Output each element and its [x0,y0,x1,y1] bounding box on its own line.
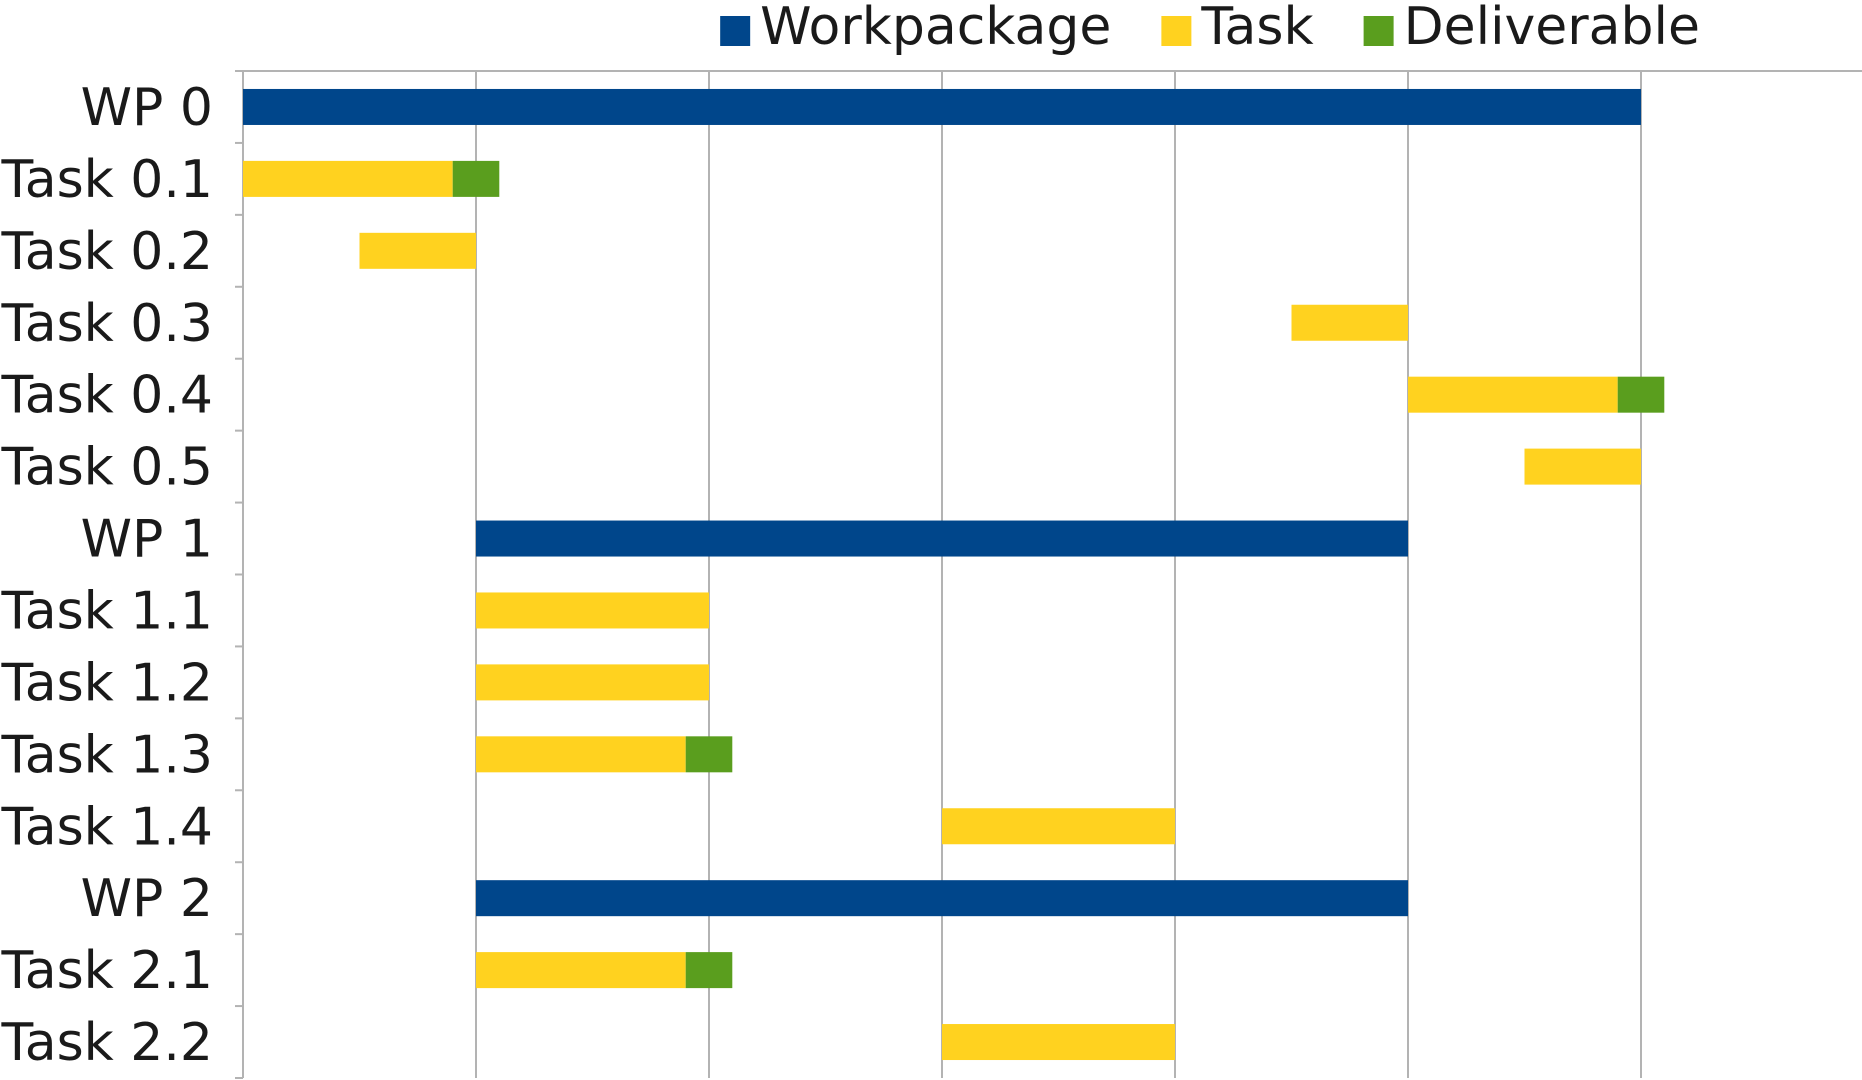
legend-swatch-workpackage [720,16,751,46]
row-label-task-1-3: Task 1.3 [1,725,213,785]
bars [243,88,1665,1061]
deliverable-bar-task-1-3 [685,736,733,773]
row-label-task-1-2: Task 1.2 [1,653,213,713]
row-labels: WP 0 Task 0.1 Task 0.2 Task 0.3 Task 0.4 Task… [1,78,213,1073]
legend-item-deliverable: Deliverable [1363,0,1700,57]
row-label-wp-1: WP 1 [81,510,213,570]
legend-label-deliverable: Deliverable [1404,0,1700,57]
legend-swatch-task [1161,16,1192,46]
task-bar-task-1-1 [476,592,709,629]
legend-swatch-deliverable [1363,16,1394,46]
legend-item-workpackage: Workpackage [720,0,1111,57]
row-label-task-2-1: Task 2.1 [1,941,213,1001]
task-bar-task-0-1 [243,160,453,197]
row-label-task-0-1: Task 0.1 [1,150,213,210]
workpackage-bar-wp-1 [476,520,1408,557]
gantt-chart: WP 0 Task 0.1 Task 0.2 Task 0.3 Task 0.4 Task… [0,0,1862,1080]
legend: Workpackage Task Deliverable [720,0,1700,57]
workpackage-bar-wp-0 [243,88,1641,125]
row-label-task-0-5: Task 0.5 [1,438,213,498]
row-label-task-2-2: Task 2.2 [1,1013,213,1073]
task-bar-task-0-3 [1291,304,1408,341]
task-bar-task-0-2 [359,232,476,269]
task-bar-task-0-4 [1408,376,1618,413]
row-label-task-0-3: Task 0.3 [1,294,213,354]
task-bar-task-0-5 [1524,448,1641,485]
gridlines [242,70,1862,1078]
row-label-task-0-2: Task 0.2 [1,222,213,282]
legend-label-workpackage: Workpackage [760,0,1111,57]
row-label-task-0-4: Task 0.4 [1,366,213,426]
deliverable-bar-task-2-1 [685,952,733,989]
task-bar-task-2-1 [476,952,686,989]
row-label-wp-2: WP 2 [81,869,213,929]
task-bar-task-1-2 [476,664,709,701]
task-bar-task-1-3 [476,736,686,773]
chart-canvas: WP 0 Task 0.1 Task 0.2 Task 0.3 Task 0.4 Task… [1,0,1862,1079]
row-label-wp-0: WP 0 [81,78,213,138]
legend-item-task: Task [1161,0,1314,57]
deliverable-bar-task-0-1 [452,160,500,197]
task-bar-task-1-4 [942,808,1175,845]
row-label-task-1-4: Task 1.4 [1,797,213,857]
legend-label-task: Task [1200,0,1313,57]
deliverable-bar-task-0-4 [1617,376,1665,413]
task-bar-task-2-2 [942,1024,1175,1061]
workpackage-bar-wp-2 [476,880,1408,917]
category-axis [235,70,244,1079]
row-label-task-1-1: Task 1.1 [1,581,213,641]
